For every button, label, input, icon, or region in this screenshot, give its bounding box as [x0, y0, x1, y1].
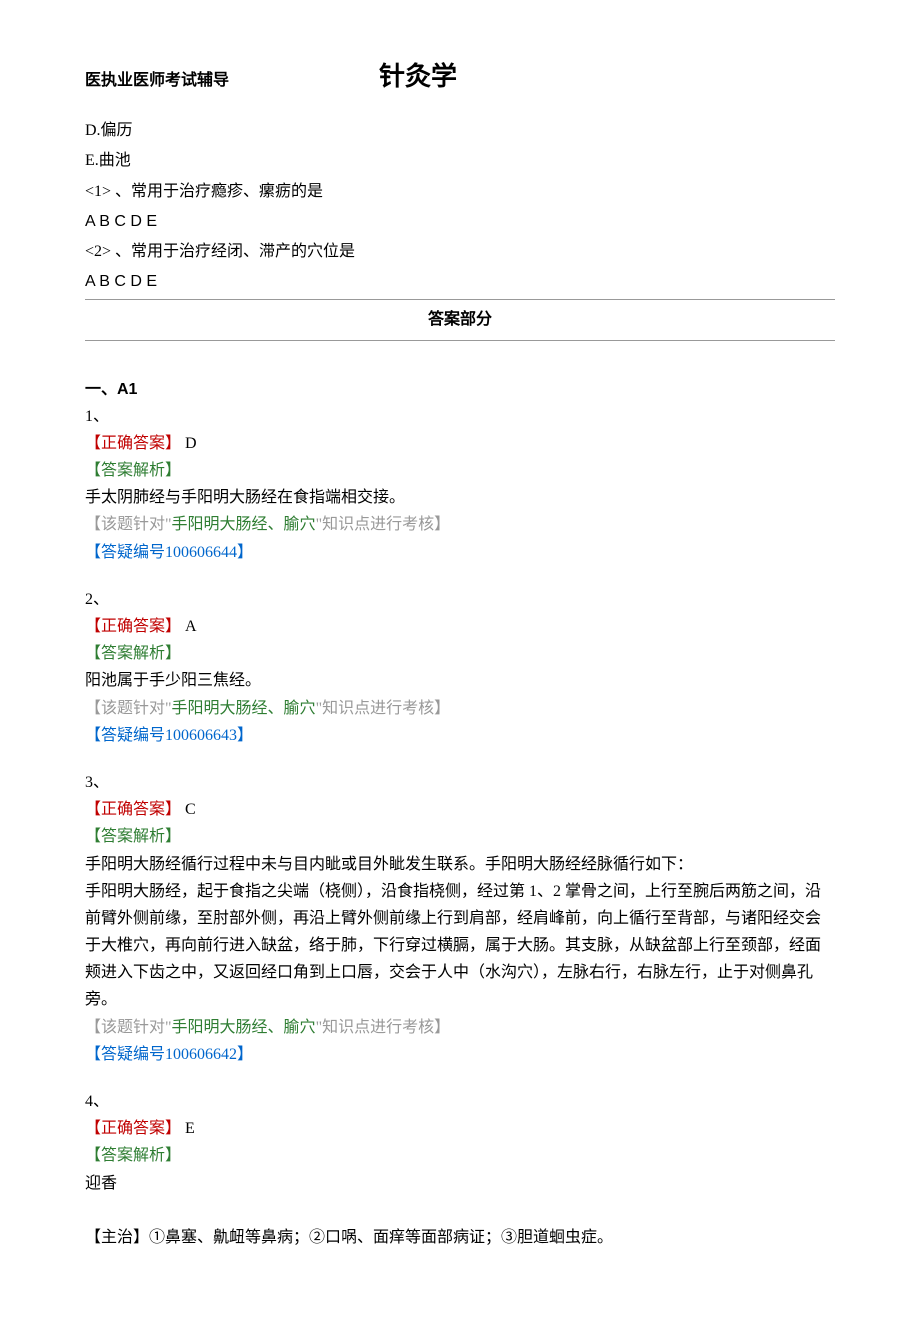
answer-number: 2、: [85, 586, 835, 613]
answer-number: 4、: [85, 1088, 835, 1115]
qid-number[interactable]: 100606644: [165, 544, 237, 561]
analysis-label: 【答案解析】: [85, 640, 835, 667]
topic-suffix: "知识点进行考核】: [316, 700, 451, 717]
topic-link[interactable]: 手阳明大肠经、腧穴: [172, 700, 316, 717]
answer-number: 1、: [85, 403, 835, 430]
option-e: E.曲池: [85, 147, 835, 174]
option-d: D.偏历: [85, 117, 835, 144]
header-left: 医执业医师考试辅导: [85, 67, 229, 94]
topic-hint-line: 【该题针对"手阳明大肠经、腧穴"知识点进行考核】: [85, 511, 835, 538]
analysis-body-line: 迎香: [85, 1170, 835, 1197]
qid-number[interactable]: 100606642: [165, 1046, 237, 1063]
topic-prefix: 【该题针对": [85, 516, 172, 533]
answer-block: 2、【正确答案】 A【答案解析】阳池属于手少阳三焦经。【该题针对"手阳明大肠经、…: [85, 586, 835, 749]
correct-answer-value: A: [181, 618, 197, 635]
analysis-body-line: 手阳明大肠经，起于食指之尖端（桡侧），沿食指桡侧，经过第 1、2 掌骨之间，上行…: [85, 878, 835, 1014]
correct-answer-value: E: [181, 1120, 195, 1137]
topic-suffix: "知识点进行考核】: [316, 1019, 451, 1036]
answers-section-title: 答案部分: [85, 306, 835, 333]
topic-suffix: "知识点进行考核】: [316, 516, 451, 533]
section-head-a1: 一、A1: [85, 376, 835, 403]
topic-hint-line: 【该题针对"手阳明大肠经、腧穴"知识点进行考核】: [85, 695, 835, 722]
qid-line: 【答疑编号100606642】: [85, 1041, 835, 1068]
answer-block: 3、【正确答案】 C【答案解析】手阳明大肠经循行过程中未与目内眦或目外眦发生联系…: [85, 769, 835, 1068]
topic-link[interactable]: 手阳明大肠经、腧穴: [172, 516, 316, 533]
analysis-label: 【答案解析】: [85, 823, 835, 850]
correct-answer-label: 【正确答案】: [85, 801, 181, 818]
analysis-label: 【答案解析】: [85, 457, 835, 484]
qid-label[interactable]: 【答疑编号: [85, 727, 165, 744]
qid-line: 【答疑编号100606643】: [85, 722, 835, 749]
analysis-body-line: 【主治】①鼻塞、鼽衄等鼻病；②口㖞、面痒等面部病证；③胆道蛔虫症。: [85, 1224, 835, 1251]
answer-block: 4、【正确答案】 E【答案解析】迎香 【主治】①鼻塞、鼽衄等鼻病；②口㖞、面痒等…: [85, 1088, 835, 1251]
qid-label[interactable]: 【答疑编号: [85, 544, 165, 561]
correct-answer-line: 【正确答案】 A: [85, 613, 835, 640]
topic-link[interactable]: 手阳明大肠经、腧穴: [172, 1019, 316, 1036]
correct-answer-label: 【正确答案】: [85, 435, 181, 452]
subq-1: <1> 、常用于治疗瘾疹、瘰疬的是: [85, 178, 835, 205]
analysis-body-line: 阳池属于手少阳三焦经。: [85, 667, 835, 694]
subq-1-options: A B C D E: [85, 208, 835, 235]
correct-answer-value: C: [181, 801, 196, 818]
answer-block: 1、【正确答案】 D【答案解析】手太阴肺经与手阳明大肠经在食指端相交接。【该题针…: [85, 403, 835, 566]
qid-close[interactable]: 】: [237, 544, 253, 561]
correct-answer-line: 【正确答案】 D: [85, 430, 835, 457]
analysis-label: 【答案解析】: [85, 1142, 835, 1169]
analysis-body-line: [85, 1197, 835, 1224]
topic-prefix: 【该题针对": [85, 1019, 172, 1036]
qid-close[interactable]: 】: [237, 1046, 253, 1063]
analysis-body-line: 手太阴肺经与手阳明大肠经在食指端相交接。: [85, 484, 835, 511]
subq-2: <2> 、常用于治疗经闭、滞产的穴位是: [85, 238, 835, 265]
answer-number: 3、: [85, 769, 835, 796]
topic-hint-line: 【该题针对"手阳明大肠经、腧穴"知识点进行考核】: [85, 1014, 835, 1041]
topic-prefix: 【该题针对": [85, 700, 172, 717]
qid-close[interactable]: 】: [237, 727, 253, 744]
qid-number[interactable]: 100606643: [165, 727, 237, 744]
header-title: 针灸学: [379, 55, 457, 99]
divider: [85, 299, 835, 300]
subq-2-options: A B C D E: [85, 268, 835, 295]
question-intro: D.偏历 E.曲池 <1> 、常用于治疗瘾疹、瘰疬的是 A B C D E <2…: [85, 117, 835, 295]
correct-answer-value: D: [181, 435, 197, 452]
correct-answer-line: 【正确答案】 C: [85, 796, 835, 823]
correct-answer-label: 【正确答案】: [85, 618, 181, 635]
divider: [85, 340, 835, 341]
page-header: 医执业医师考试辅导 针灸学: [85, 55, 835, 99]
analysis-body-line: 手阳明大肠经循行过程中未与目内眦或目外眦发生联系。手阳明大肠经经脉循行如下：: [85, 851, 835, 878]
qid-line: 【答疑编号100606644】: [85, 539, 835, 566]
qid-label[interactable]: 【答疑编号: [85, 1046, 165, 1063]
correct-answer-label: 【正确答案】: [85, 1120, 181, 1137]
correct-answer-line: 【正确答案】 E: [85, 1115, 835, 1142]
